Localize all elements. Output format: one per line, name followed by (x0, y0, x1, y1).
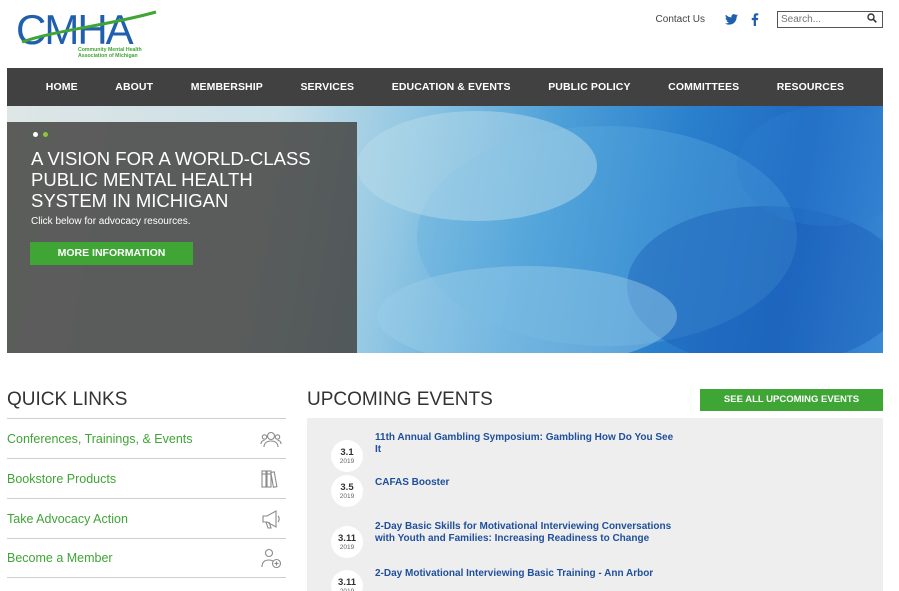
nav-membership[interactable]: MEMBERSHIP (191, 81, 263, 93)
facebook-icon[interactable] (747, 11, 763, 27)
quick-link-label: Bookstore Products (7, 471, 117, 486)
slider-dot-2[interactable] (43, 132, 48, 137)
quick-link-become-member[interactable]: Become a Member (7, 538, 286, 578)
logo-tagline-2: Association of Michigan (78, 53, 138, 59)
event-item[interactable]: 3.1 2019 11th Annual Gambling Symposium:… (307, 428, 883, 474)
megaphone-icon (258, 506, 284, 532)
event-year: 2019 (339, 458, 355, 465)
quick-link-advocacy[interactable]: Take Advocacy Action (7, 498, 286, 538)
search-icon[interactable] (867, 10, 877, 28)
cmha-logo-mark: CMHA Community Mental Health Association… (16, 6, 157, 59)
event-title-link[interactable]: 2-Day Basic Skills for Motivational Inte… (375, 521, 675, 545)
hero-title-line-1: A VISION FOR A WORLD-CLASS (31, 148, 311, 169)
quick-link-label: Conferences, Trainings, & Events (7, 431, 193, 446)
nav-resources[interactable]: RESOURCES (777, 81, 844, 93)
event-date-badge: 3.11 2019 (331, 570, 363, 591)
books-icon (258, 466, 284, 492)
event-title-link[interactable]: 2-Day Motivational Interviewing Basic Tr… (375, 568, 675, 580)
hero-slider: A VISION FOR A WORLD-CLASS PUBLIC MENTAL… (7, 106, 883, 353)
event-year: 2019 (339, 493, 355, 500)
quick-link-bookstore[interactable]: Bookstore Products (7, 458, 286, 498)
event-day: 3.11 (338, 533, 356, 544)
events-list: 3.1 2019 11th Annual Gambling Symposium:… (307, 418, 883, 591)
search-box (777, 10, 883, 28)
main-nav: HOME ABOUT MEMBERSHIP SERVICES EDUCATION… (7, 68, 883, 106)
hero-title-line-3: SYSTEM IN MICHIGAN (31, 190, 229, 211)
nav-about[interactable]: ABOUT (115, 81, 153, 93)
nav-public-policy[interactable]: PUBLIC POLICY (548, 81, 630, 93)
event-day: 3.11 (338, 577, 356, 588)
event-date-badge: 3.11 2019 (331, 526, 363, 558)
quick-link-label: Take Advocacy Action (7, 511, 128, 526)
event-day: 3.1 (340, 447, 354, 458)
more-information-button[interactable]: MORE INFORMATION (30, 242, 193, 265)
event-item[interactable]: 3.5 2019 CAFAS Booster (307, 473, 883, 519)
hero-caption-panel: A VISION FOR A WORLD-CLASS PUBLIC MENTAL… (7, 122, 357, 353)
quick-links-title: QUICK LINKS (7, 389, 128, 410)
event-title-link[interactable]: 11th Annual Gambling Symposium: Gambling… (375, 432, 675, 456)
nav-education-events[interactable]: EDUCATION & EVENTS (392, 81, 511, 93)
top-utility-bar: Contact Us (656, 9, 883, 29)
slider-dot-1[interactable] (33, 132, 38, 137)
twitter-icon[interactable] (723, 11, 739, 27)
cmha-logo[interactable]: CMHA Community Mental Health Association… (16, 6, 166, 62)
see-all-events-button[interactable]: SEE ALL UPCOMING EVENTS (700, 389, 883, 411)
event-date-badge: 3.1 2019 (331, 440, 363, 472)
event-year: 2019 (339, 544, 355, 551)
people-icon (258, 426, 284, 452)
hero-title-line-2: PUBLIC MENTAL HEALTH (31, 169, 253, 190)
nav-home[interactable]: HOME (46, 81, 78, 93)
event-day: 3.5 (340, 482, 354, 493)
hero-subtitle: Click below for advocacy resources. (31, 216, 191, 227)
quick-link-label: Become a Member (7, 551, 113, 565)
upcoming-events-title: UPCOMING EVENTS (307, 389, 493, 410)
search-input[interactable] (781, 13, 867, 25)
add-member-icon (258, 545, 284, 571)
quick-link-conferences[interactable]: Conferences, Trainings, & Events (7, 418, 286, 458)
event-title-link[interactable]: CAFAS Booster (375, 477, 675, 489)
event-date-badge: 3.5 2019 (331, 475, 363, 507)
quick-links-list: Conferences, Trainings, & Events Booksto… (7, 418, 286, 578)
event-item[interactable]: 3.11 2019 2-Day Motivational Interviewin… (307, 566, 883, 591)
event-item[interactable]: 3.11 2019 2-Day Basic Skills for Motivat… (307, 520, 883, 566)
contact-us-link[interactable]: Contact Us (656, 14, 705, 25)
nav-committees[interactable]: COMMITTEES (668, 81, 739, 93)
nav-services[interactable]: SERVICES (300, 81, 354, 93)
hero-title: A VISION FOR A WORLD-CLASS PUBLIC MENTAL… (31, 148, 351, 211)
slider-dots (33, 132, 48, 137)
